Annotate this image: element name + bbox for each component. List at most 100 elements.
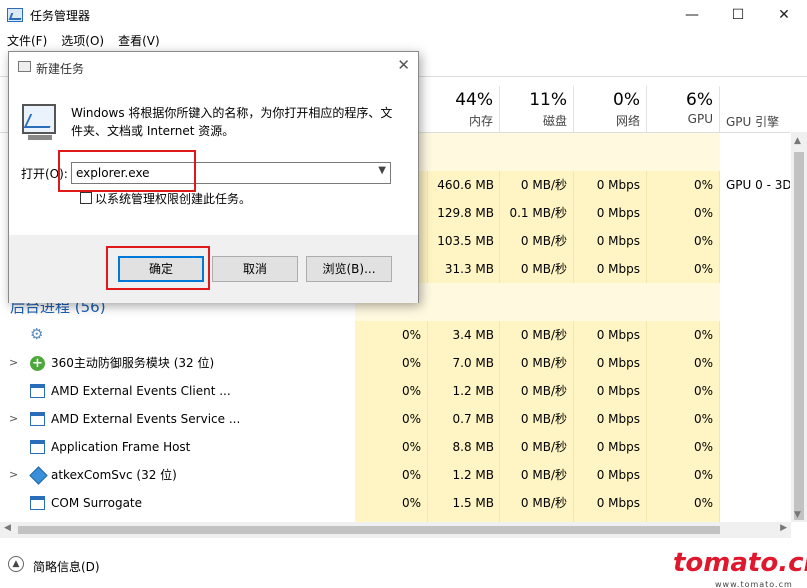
diamond-app-icon <box>30 468 45 482</box>
network-cell: 0 Mbps <box>596 356 640 370</box>
chevron-up-icon[interactable]: ▲ <box>8 556 24 572</box>
gpu-label: GPU <box>687 112 713 126</box>
process-name: AMD External Events Service ... <box>51 412 241 426</box>
cpu-cell: 0% <box>401 468 421 482</box>
close-button[interactable]: ✕ <box>761 0 807 30</box>
chevron-right-icon[interactable]: > <box>9 461 18 489</box>
menu-view[interactable]: 查看(V) <box>111 30 167 50</box>
table-row[interactable]: 0% 3.4 MB 0 MB/秒 0 Mbps 0% <box>0 321 790 349</box>
vertical-scrollbar[interactable]: ▲ ▼ <box>791 132 807 522</box>
open-input[interactable]: explorer.exe <box>76 166 150 180</box>
process-name: COM Surrogate <box>51 496 143 510</box>
cancel-button[interactable]: 取消 <box>212 256 298 282</box>
column-network[interactable]: 0% 网络 <box>574 86 647 132</box>
network-percent: 0% <box>613 90 640 110</box>
minimize-button[interactable]: — <box>669 0 715 30</box>
gpu-cell: 0% <box>693 356 713 370</box>
create-new-task-dialog: 新建任务 ✕ Windows 将根据你所键入的名称，为你打开相应的程序、文件夹、… <box>8 51 419 303</box>
table-row[interactable]: Application Frame Host 0% 8.8 MB 0 MB/秒 … <box>0 433 790 461</box>
chevron-right-icon[interactable]: > <box>9 349 18 377</box>
disk-cell: 0 MB/秒 <box>520 468 567 482</box>
memory-cell: 8.8 MB <box>452 440 494 454</box>
app-window-icon <box>30 384 45 398</box>
gpu-cell: 0% <box>693 468 713 482</box>
cpu-cell: 0% <box>401 496 421 510</box>
memory-cell: 1.2 MB <box>452 384 494 398</box>
network-cell: 0 Mbps <box>596 328 640 342</box>
close-icon[interactable]: ✕ <box>397 56 410 74</box>
task-manager-icon <box>7 8 23 22</box>
cpu-cell: 0% <box>401 384 421 398</box>
dialog-description: Windows 将根据你所键入的名称，为你打开相应的程序、文件夹、文档或 Int… <box>71 106 393 138</box>
network-cell: 0 Mbps <box>596 178 640 192</box>
table-row[interactable]: AMD External Events Client ... 0% 1.2 MB… <box>0 377 790 405</box>
scroll-right-icon[interactable]: ▶ <box>780 523 787 533</box>
ok-button[interactable]: 确定 <box>118 256 204 282</box>
horizontal-scrollbar[interactable]: ◀ ▶ <box>0 522 791 538</box>
memory-cell: 7.0 MB <box>452 356 494 370</box>
window-title: 任务管理器 <box>30 9 91 23</box>
cpu-cell: 0% <box>401 328 421 342</box>
disk-cell: 0 MB/秒 <box>520 356 567 370</box>
horizontal-scroll-thumb[interactable] <box>18 526 720 534</box>
table-row[interactable]: > atkexComSvc (32 位) 0% 1.2 MB 0 MB/秒 0 … <box>0 461 790 489</box>
column-gpu-engine[interactable]: GPU 引擎 <box>720 86 800 132</box>
disk-cell: 0 MB/秒 <box>520 440 567 454</box>
process-name: Application Frame Host <box>51 440 191 454</box>
gpu-cell: 0% <box>693 206 713 220</box>
memory-cell: 103.5 MB <box>437 234 494 248</box>
table-row[interactable]: > 360主动防御服务模块 (32 位) 0% 7.0 MB 0 MB/秒 0 … <box>0 349 790 377</box>
disk-cell: 0 MB/秒 <box>520 234 567 248</box>
vertical-scroll-thumb[interactable] <box>794 152 804 520</box>
disk-cell: 0 MB/秒 <box>520 496 567 510</box>
column-memory[interactable]: 44% 内存 <box>428 86 500 132</box>
gpu-cell: 0% <box>693 328 713 342</box>
chevron-down-icon[interactable]: ▼ <box>378 165 386 176</box>
gear-icon <box>30 327 45 342</box>
title-bar: 任务管理器 — ☐ ✕ <box>0 0 807 30</box>
disk-cell: 0 MB/秒 <box>520 384 567 398</box>
browse-button[interactable]: 浏览(B)... <box>306 256 392 282</box>
gpu-cell: 0% <box>693 178 713 192</box>
scroll-up-icon[interactable]: ▲ <box>794 136 801 146</box>
scroll-down-icon[interactable]: ▼ <box>794 510 801 520</box>
admin-privilege-checkbox[interactable] <box>80 192 92 204</box>
maximize-button[interactable]: ☐ <box>715 0 761 30</box>
table-row[interactable]: > AMD External Events Service ... 0% 0.7… <box>0 405 790 433</box>
dialog-window-icon <box>18 61 31 72</box>
open-label: 打开(O): <box>21 167 68 181</box>
table-row[interactable]: COM Surrogate 0% 1.5 MB 0 MB/秒 0 Mbps 0% <box>0 489 790 517</box>
watermark: tomato.cm www.tomato.cm <box>673 546 807 588</box>
memory-cell: 31.3 MB <box>444 262 494 276</box>
network-label: 网络 <box>615 114 640 128</box>
fewer-details-link[interactable]: 简略信息(D) <box>33 558 100 575</box>
gpu-cell: 0% <box>693 262 713 276</box>
shield-icon <box>30 356 45 371</box>
gpu-engine-cell: GPU 0 - 3D <box>726 178 790 192</box>
scroll-left-icon[interactable]: ◀ <box>4 523 11 533</box>
menu-options[interactable]: 选项(O) <box>54 30 111 50</box>
chevron-right-icon[interactable]: > <box>9 405 18 433</box>
network-cell: 0 Mbps <box>596 384 640 398</box>
gpu-percent: 6% <box>686 90 713 110</box>
cpu-cell: 0% <box>401 356 421 370</box>
gpu-cell: 0% <box>693 496 713 510</box>
network-cell: 0 Mbps <box>596 440 640 454</box>
column-disk[interactable]: 11% 磁盘 <box>500 86 574 132</box>
dialog-button-bar: 确定 取消 浏览(B)... <box>9 235 418 303</box>
memory-percent: 44% <box>455 90 493 110</box>
app-window-icon <box>30 412 45 426</box>
memory-cell: 0.7 MB <box>452 412 494 426</box>
menu-file[interactable]: 文件(F) <box>0 30 54 50</box>
column-gpu[interactable]: 6% GPU <box>647 86 720 132</box>
disk-cell: 0 MB/秒 <box>520 412 567 426</box>
app-window-icon <box>30 496 45 510</box>
admin-privilege-label[interactable]: 以系统管理权限创建此任务。 <box>95 190 251 207</box>
gpu-cell: 0% <box>693 440 713 454</box>
watermark-subtext: www.tomato.cm <box>715 580 793 588</box>
network-cell: 0 Mbps <box>596 262 640 276</box>
open-combobox[interactable]: explorer.exe ▼ <box>71 162 391 184</box>
network-cell: 0 Mbps <box>596 412 640 426</box>
gpu-cell: 0% <box>693 234 713 248</box>
network-cell: 0 Mbps <box>596 234 640 248</box>
